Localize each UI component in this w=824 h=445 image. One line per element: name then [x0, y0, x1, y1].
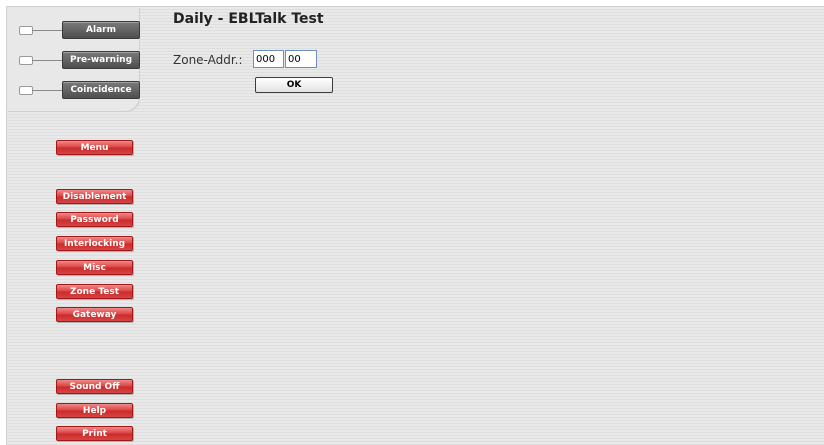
zone-addr-label: Zone-Addr.:: [173, 53, 243, 67]
address-input[interactable]: [285, 50, 317, 68]
zone-test-button[interactable]: Zone Test: [56, 284, 133, 299]
page-title: Daily - EBLTalk Test: [173, 11, 324, 27]
prewarning-led-indicator: [19, 56, 33, 65]
help-button[interactable]: Help: [56, 403, 133, 418]
status-panel: Alarm Pre-warning Coincidence: [7, 7, 140, 111]
status-row-coincidence: Coincidence: [19, 81, 140, 99]
connector-line: [32, 90, 62, 91]
gateway-button[interactable]: Gateway: [56, 307, 133, 322]
print-button[interactable]: Print: [56, 426, 133, 441]
coincidence-status-label: Coincidence: [62, 81, 140, 99]
status-row-prewarning: Pre-warning: [19, 51, 140, 69]
ok-button[interactable]: OK: [255, 77, 333, 93]
menu-button[interactable]: Menu: [56, 140, 133, 155]
sound-off-button[interactable]: Sound Off: [56, 379, 133, 394]
disablement-button[interactable]: Disablement: [56, 189, 133, 204]
prewarning-status-label: Pre-warning: [62, 51, 140, 69]
status-row-alarm: Alarm: [19, 21, 140, 39]
connector-line: [32, 30, 62, 31]
coincidence-led-indicator: [19, 86, 33, 95]
interlocking-button[interactable]: Interlocking: [56, 236, 133, 251]
zone-input[interactable]: [253, 50, 284, 68]
connector-line: [32, 60, 62, 61]
password-button[interactable]: Password: [56, 212, 133, 227]
misc-button[interactable]: Misc: [56, 260, 133, 275]
alarm-led-indicator: [19, 26, 33, 35]
app-frame: Alarm Pre-warning Coincidence Menu Disab…: [6, 6, 824, 445]
alarm-status-label: Alarm: [62, 21, 140, 39]
